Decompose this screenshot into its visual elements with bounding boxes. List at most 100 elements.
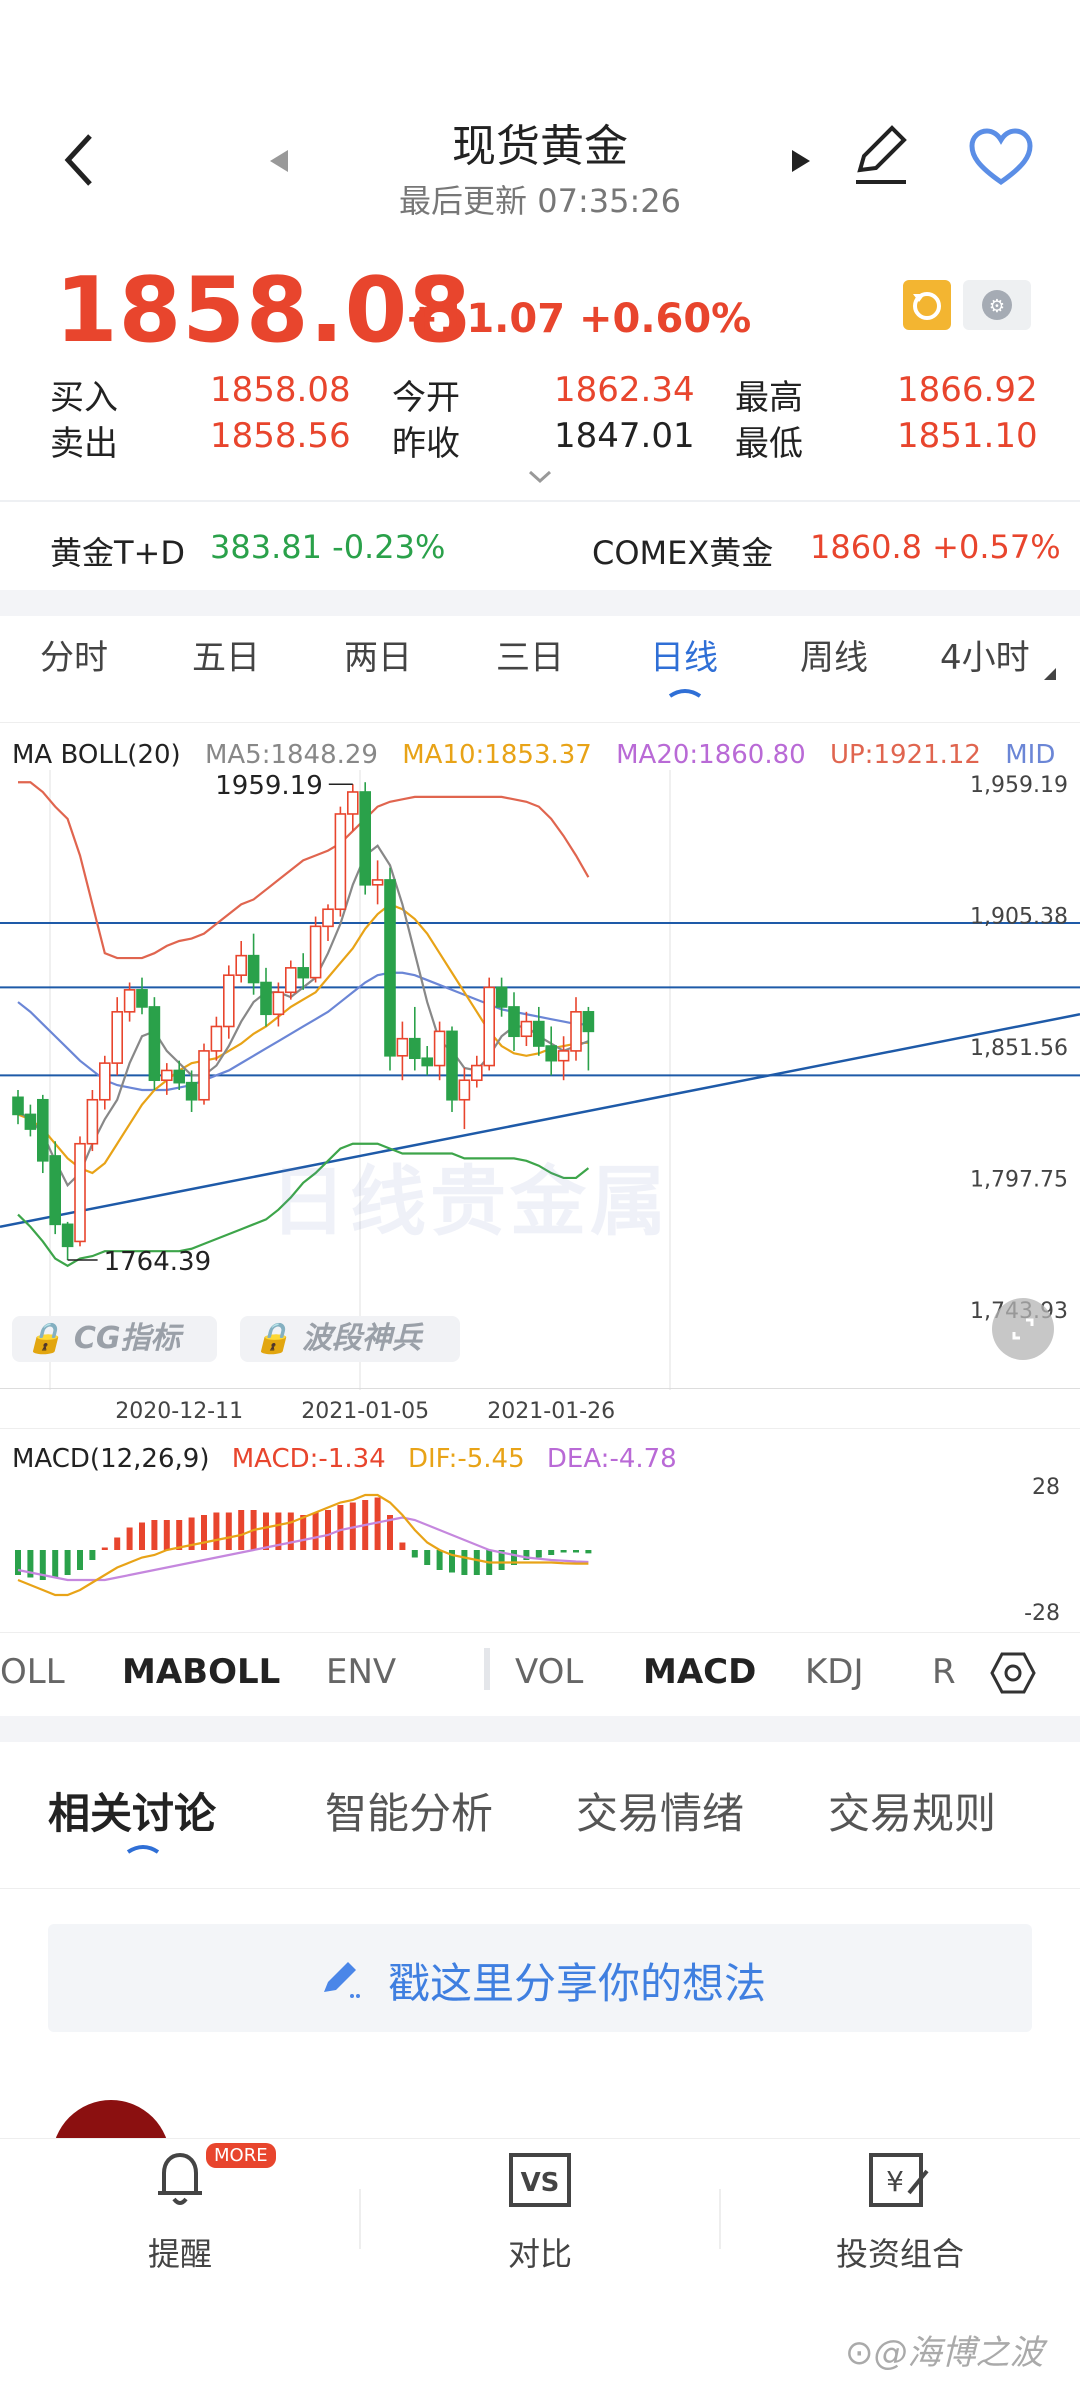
fullscreen-icon[interactable]	[992, 1298, 1054, 1360]
tab-5day[interactable]: 五日	[192, 630, 260, 679]
candle-body	[384, 879, 396, 1057]
watermark-text: 海博之波	[907, 2333, 1044, 2373]
more-periods-icon[interactable]	[1042, 666, 1058, 682]
tab-daily[interactable]: 日线	[650, 630, 718, 679]
tab-weekly[interactable]: 周线	[800, 630, 868, 679]
candle-body	[532, 1020, 545, 1047]
related-1-name[interactable]: 黄金T+D	[50, 528, 185, 574]
candle-body	[24, 1113, 37, 1130]
tab-discussion[interactable]: 相关讨论	[48, 1780, 216, 1841]
period-tabs: 分时 五日 两日 三日 日线 周线 4小时	[0, 630, 1080, 700]
x-axis: 2020-12-11 2021-01-05 2021-01-26	[115, 1399, 615, 1424]
candle-body	[210, 1025, 223, 1052]
candle-body	[545, 1045, 558, 1062]
open-label: 今开	[392, 378, 460, 418]
candle-body	[173, 1069, 185, 1084]
auto-refresh-icon[interactable]: ⚙	[963, 280, 1031, 330]
x-tick-label: 2020-12-11	[115, 1399, 243, 1424]
prev-close-label: 昨收	[392, 424, 460, 464]
tab-3day[interactable]: 三日	[496, 630, 564, 679]
tab-rules[interactable]: 交易规则	[828, 1780, 996, 1841]
indicator-r[interactable]: R	[932, 1652, 956, 1692]
indicator-env[interactable]: ENV	[326, 1652, 396, 1692]
wave-indicator-pill[interactable]: 🔒 波段神兵	[240, 1316, 460, 1362]
high-label: 最高	[735, 378, 803, 418]
y-tick-label: 1,959.19	[970, 773, 1068, 798]
candle-body	[570, 1011, 582, 1052]
low-label: 最低	[735, 424, 803, 464]
candle-body	[123, 989, 136, 1013]
svg-text:⚙: ⚙	[989, 296, 1005, 317]
high-label: 1959.19	[215, 771, 323, 801]
candle-body	[309, 925, 322, 979]
indicator-divider	[484, 1648, 490, 1690]
indicator-oll[interactable]: OLL	[0, 1652, 65, 1692]
macd-chart[interactable]: 28 -28	[0, 1450, 1080, 1630]
boll-up-value: UP:1921.12	[829, 740, 981, 770]
edit-icon[interactable]	[850, 122, 912, 188]
candle-body	[557, 1050, 570, 1062]
expand-chevron-icon[interactable]	[528, 470, 552, 484]
tab-minute[interactable]: 分时	[40, 630, 108, 679]
share-input-box[interactable]: 戳这里分享你的想法	[48, 1924, 1032, 2032]
candle-body	[446, 1030, 458, 1101]
buy-value: 1858.08	[210, 370, 351, 410]
ma10-value: MA10:1853.37	[402, 740, 592, 770]
ma5-line	[17, 844, 589, 1188]
tab-4hour[interactable]: 4小时	[940, 630, 1030, 679]
macd-y-tick: -28	[1024, 1601, 1060, 1626]
indicator-vol[interactable]: VOL	[515, 1652, 583, 1692]
svg-text:VS: VS	[521, 2168, 560, 2198]
more-badge: MORE	[206, 2143, 276, 2168]
candle-body	[495, 986, 508, 1008]
candle-body	[74, 1142, 86, 1243]
candle-body	[12, 1096, 24, 1116]
indicator-kdj[interactable]: KDJ	[805, 1652, 864, 1692]
candle-body	[136, 989, 148, 1008]
candle-body	[508, 1006, 520, 1038]
candle-body	[198, 1050, 210, 1101]
candle-body	[408, 1037, 421, 1060]
favorite-heart-icon[interactable]	[968, 128, 1034, 188]
sell-label: 卖出	[50, 424, 118, 464]
portfolio-icon: ¥	[800, 2145, 1000, 2219]
candle-body	[260, 981, 272, 1016]
ma-legend: MA BOLL(20) MA5:1848.29 MA10:1853.37 MA2…	[12, 740, 1055, 770]
last-updated: 最后更新 07:35:26	[399, 182, 681, 220]
tab-2day[interactable]: 两日	[344, 630, 412, 679]
ma20-value: MA20:1860.80	[616, 740, 806, 770]
candle-body	[334, 813, 347, 911]
candle-body	[61, 1223, 74, 1248]
indicator-maboll[interactable]: MABOLL	[122, 1652, 280, 1692]
indicator-macd[interactable]: MACD	[643, 1652, 756, 1692]
tab-sentiment[interactable]: 交易情绪	[576, 1780, 744, 1841]
buy-label: 买入	[50, 378, 118, 418]
svg-text:¥: ¥	[886, 2165, 904, 2198]
related-2-value[interactable]: 1860.8 +0.57%	[810, 528, 1061, 566]
candle-body	[272, 991, 285, 1016]
next-instrument-icon[interactable]	[790, 148, 812, 174]
indicator-settings-icon[interactable]	[990, 1650, 1036, 1696]
nav-portfolio[interactable]: 投资组合	[800, 2229, 1000, 2275]
candle-body	[49, 1155, 62, 1226]
compare-icon: VS	[440, 2145, 640, 2219]
low-value: 1851.10	[897, 416, 1038, 456]
page-title: 现货黄金	[452, 121, 628, 172]
sell-value: 1858.56	[210, 416, 351, 456]
candlestick-chart[interactable]: 1,959.191,905.381,851.561,797.751,743.93…	[0, 770, 1080, 1390]
related-2-name[interactable]: COMEX黄金	[592, 528, 773, 574]
candle-body	[322, 908, 334, 928]
cg-indicator-pill[interactable]: 🔒 CG指标	[12, 1316, 217, 1362]
y-tick-label: 1,905.38	[970, 905, 1068, 930]
prev-close-value: 1847.01	[554, 416, 695, 456]
candle-body	[86, 1098, 99, 1145]
nav-remind[interactable]: 提醒	[80, 2229, 280, 2275]
pencil-icon	[324, 1962, 360, 1998]
refresh-icon[interactable]	[903, 280, 951, 330]
related-1-value[interactable]: 383.81 -0.23%	[210, 528, 445, 566]
nav-compare[interactable]: 对比	[440, 2229, 640, 2275]
low-label: 1764.39	[104, 1247, 212, 1277]
candle-body	[520, 1020, 533, 1038]
cg-indicator-label: CG指标	[73, 1321, 181, 1356]
tab-analysis[interactable]: 智能分析	[325, 1780, 493, 1841]
